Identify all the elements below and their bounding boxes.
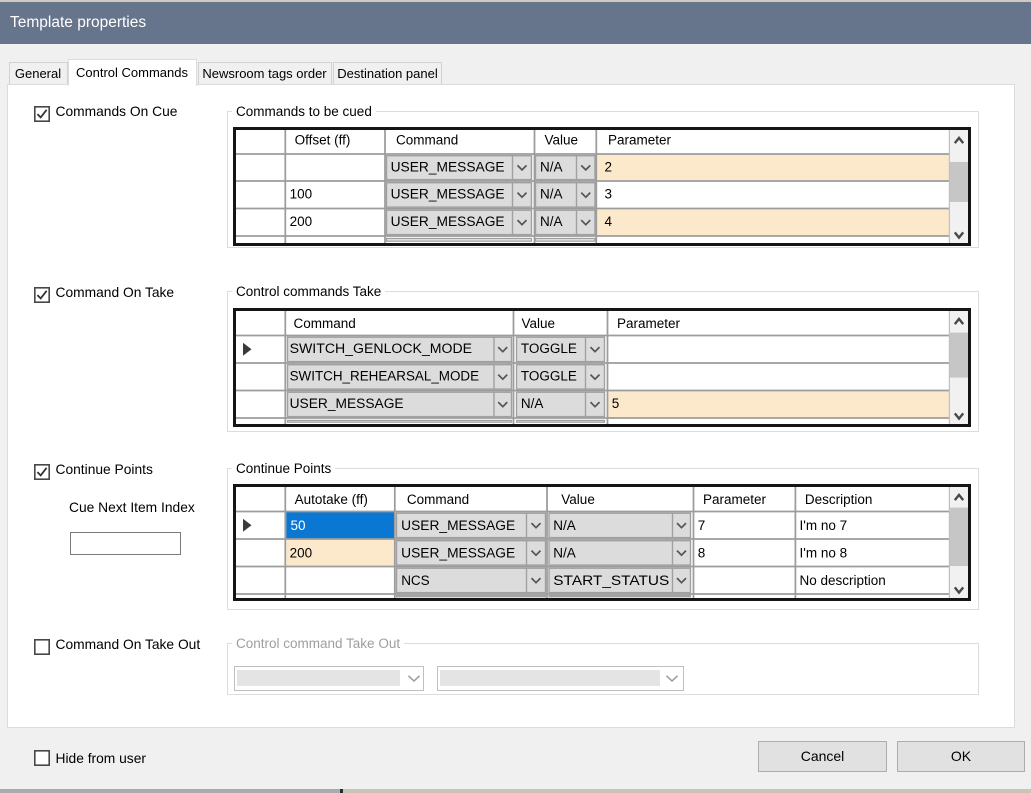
svg-text:USER_MESSAGE: USER_MESSAGE — [401, 546, 515, 561]
svg-text:USER_MESSAGE: USER_MESSAGE — [391, 159, 505, 174]
svg-text:Command: Command — [294, 316, 356, 331]
svg-text:SWITCH_GENLOCK_MODE: SWITCH_GENLOCK_MODE — [290, 341, 473, 356]
svg-text:Value: Value — [522, 316, 556, 331]
svg-text:8: 8 — [698, 546, 706, 561]
svg-text:Command: Command — [396, 133, 458, 148]
svg-text:Parameter: Parameter — [617, 316, 681, 331]
svg-text:SWITCH_REHEARSAL_MODE: SWITCH_REHEARSAL_MODE — [290, 369, 480, 384]
svg-text:TOGGLE: TOGGLE — [521, 341, 577, 356]
svg-text:100: 100 — [290, 187, 313, 202]
svg-text:N/A: N/A — [553, 518, 576, 533]
svg-text:I'm no 7: I'm no 7 — [800, 518, 848, 533]
svg-text:Parameter: Parameter — [608, 133, 672, 148]
svg-text:Description: Description — [805, 492, 873, 507]
svg-text:NCS: NCS — [401, 573, 430, 588]
svg-text:No description: No description — [800, 573, 886, 588]
svg-text:5: 5 — [612, 396, 620, 411]
svg-text:USER_MESSAGE: USER_MESSAGE — [401, 518, 515, 533]
svg-text:I'm no 8: I'm no 8 — [800, 546, 848, 561]
svg-text:7: 7 — [698, 518, 706, 533]
svg-text:TOGGLE: TOGGLE — [521, 369, 577, 384]
svg-text:USER_MESSAGE: USER_MESSAGE — [391, 214, 505, 229]
svg-text:Parameter: Parameter — [703, 492, 767, 507]
svg-text:N/A: N/A — [540, 214, 563, 229]
svg-text:4: 4 — [605, 214, 613, 229]
svg-text:Autotake (ff): Autotake (ff) — [295, 492, 368, 507]
svg-text:Offset (ff): Offset (ff) — [295, 133, 351, 148]
svg-text:USER_MESSAGE: USER_MESSAGE — [290, 396, 404, 411]
svg-text:USER_MESSAGE: USER_MESSAGE — [391, 187, 505, 202]
svg-text:Value: Value — [561, 492, 595, 507]
svg-text:200: 200 — [290, 214, 313, 229]
svg-text:N/A: N/A — [540, 187, 563, 202]
svg-text:N/A: N/A — [540, 159, 563, 174]
svg-text:2: 2 — [605, 159, 613, 174]
svg-text:N/A: N/A — [553, 546, 576, 561]
svg-text:3: 3 — [605, 187, 613, 202]
svg-text:Command: Command — [407, 492, 469, 507]
svg-text:200: 200 — [290, 546, 313, 561]
svg-text:50: 50 — [291, 518, 306, 533]
svg-text:Value: Value — [545, 133, 579, 148]
svg-text:N/A: N/A — [521, 396, 544, 411]
svg-text:START_STATUS: START_STATUS — [553, 573, 669, 588]
